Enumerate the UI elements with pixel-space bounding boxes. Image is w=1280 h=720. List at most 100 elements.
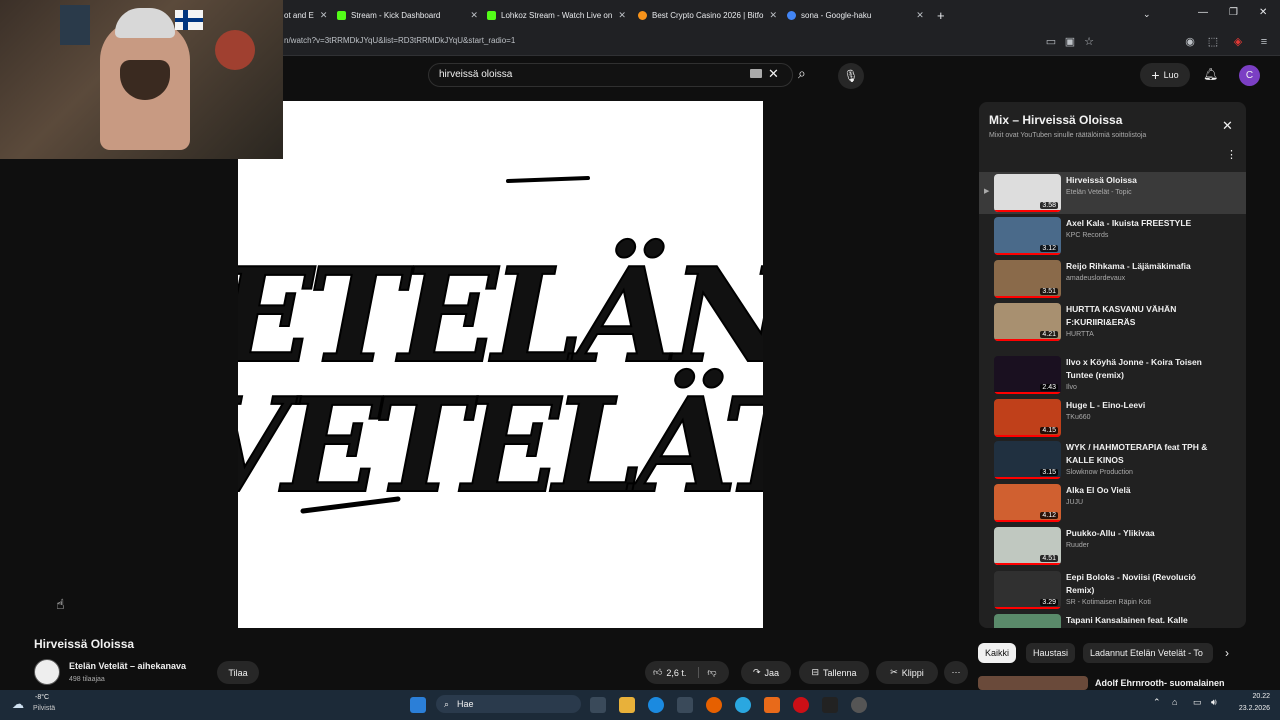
vlc-icon[interactable] — [764, 697, 780, 713]
mic-icon[interactable]: 🎙︎ — [838, 63, 864, 89]
minimize-button[interactable]: — — [1198, 7, 1208, 18]
chip-all[interactable]: Kaikki — [978, 643, 1017, 663]
close-tab-icon[interactable]: ✕ — [916, 10, 924, 21]
bookmark-star-icon[interactable]: ☆ — [1083, 36, 1095, 48]
firefox-icon[interactable] — [706, 697, 722, 713]
mix-list-item[interactable]: 2.43 Ilvo x Köyhä Jonne - Koira Toisen Tu… — [979, 354, 1246, 397]
browser-tab[interactable]: Lohkoz Stream - Watch Live on ✕ — [487, 4, 625, 26]
browser-tab[interactable]: Stream - Kick Dashboard ✕ — [337, 4, 477, 26]
clock-time[interactable]: 20.22 — [1234, 693, 1270, 700]
pip-icon[interactable]: ▭ — [1045, 36, 1057, 48]
chip-from-search[interactable]: Haustasi — [1026, 643, 1076, 663]
display-icon[interactable]: ▭ — [1193, 697, 1202, 708]
video-thumbnail[interactable]: 3.15 — [994, 441, 1061, 479]
extension-badge-icon[interactable]: ◈ — [1232, 36, 1244, 48]
duration-badge: 4.51 — [1040, 555, 1058, 562]
file-explorer-icon[interactable] — [619, 697, 635, 713]
mix-list-item[interactable]: 3.51 Reijo Rihkama - Läjämäkimafia amadeus… — [979, 258, 1246, 301]
next-video-title[interactable]: Adolf Ehrnrooth- suomalainen — [1095, 678, 1225, 688]
mix-list-item[interactable]: Tapani Kansalainen feat. Kalle — [979, 612, 1246, 628]
video-thumbnail[interactable]: 3.58 — [994, 174, 1061, 212]
video-thumbnail[interactable]: 4.51 — [994, 527, 1061, 565]
settings-icon[interactable] — [851, 697, 867, 713]
mix-list-item[interactable]: 3.29 Eepi Boloks - Noviisi (Revolució Rem… — [979, 569, 1246, 612]
url-field[interactable]: n/watch?v=3tRRMDkJYqU&list=RD3tRRMDkJYqU… — [284, 36, 515, 45]
video-thumbnail[interactable]: 2.43 — [994, 356, 1061, 394]
browser-tab[interactable]: ot and E ✕ — [284, 4, 334, 26]
more-options-icon[interactable]: ⋮ — [1226, 148, 1237, 161]
tab-list-icon[interactable]: ⌄ — [1143, 9, 1151, 20]
art-stroke — [506, 176, 590, 183]
video-thumbnail[interactable] — [994, 614, 1061, 628]
clear-search-icon[interactable]: ✕ — [768, 66, 779, 82]
video-thumbnail[interactable]: 3.29 — [994, 571, 1061, 609]
store-icon[interactable] — [677, 697, 693, 713]
close-panel-icon[interactable]: ✕ — [1222, 118, 1233, 134]
mix-list-item[interactable]: ▶ 3.58 Hirveissä Oloissa Etelän Vetelät - T… — [979, 172, 1246, 214]
maximize-button[interactable]: ❐ — [1229, 7, 1238, 18]
create-button[interactable]: + Luo — [1140, 63, 1190, 87]
chip-uploaded[interactable]: Ladannut Etelän Vetelät - To — [1083, 643, 1213, 663]
close-tab-icon[interactable]: ✕ — [769, 10, 777, 21]
next-thumb[interactable] — [978, 676, 1088, 690]
windows-taskbar — [0, 690, 1280, 720]
like-count[interactable]: 2,6 t. — [666, 668, 686, 678]
terminal-icon[interactable] — [822, 697, 838, 713]
close-tab-icon[interactable]: ✕ — [470, 10, 477, 21]
video-player[interactable]: ETELÄN VETELÄT — [188, 101, 836, 628]
close-tab-icon[interactable]: ✕ — [320, 10, 328, 21]
browser-tab-active[interactable]: sona - Google-haku ✕ — [787, 4, 927, 26]
chevron-right-icon[interactable]: › — [1225, 646, 1229, 660]
mix-list-item[interactable]: 4.21 HURTTA KASVANU VÄHÄN F:KURIIRI&ERÄS H… — [979, 301, 1246, 344]
video-thumbnail[interactable]: 3.51 — [994, 260, 1061, 298]
network-icon[interactable]: ⌂ — [1172, 697, 1177, 707]
save-button[interactable]: ⊟ Tallenna — [799, 661, 869, 684]
weather-temp[interactable]: -8°C — [35, 694, 49, 701]
video-thumbnail[interactable]: 4.15 — [994, 399, 1061, 437]
video-thumbnail[interactable]: 4.12 — [994, 484, 1061, 522]
channel-name[interactable]: Etelän Vetelät – aihekanava — [69, 661, 186, 671]
duration-badge: 4.15 — [1040, 427, 1058, 434]
start-icon[interactable] — [410, 697, 426, 713]
more-actions-button[interactable]: ⋯ — [944, 661, 968, 684]
browser-tab[interactable]: Best Crypto Casino 2026 | Bitfo ✕ — [638, 4, 783, 26]
taskbar-search[interactable]: ⌕ Hae — [436, 695, 581, 713]
dislike-icon[interactable]: 👎︎ — [698, 667, 717, 678]
clock-date[interactable]: 23.2.2026 — [1228, 705, 1270, 712]
duration-badge: 4.21 — [1040, 331, 1058, 338]
notifications-icon[interactable]: 🔔︎ — [1203, 67, 1218, 81]
watch-progress — [994, 563, 1061, 565]
mix-list-item[interactable]: 3.12 Axel Kala - Ikuista FREESTYLE KPC Rec… — [979, 215, 1246, 258]
close-tab-icon[interactable]: ✕ — [618, 10, 625, 21]
mix-list-item[interactable]: 3.15 WYK / HAHMOTERAPIA feat TPH & KALLE … — [979, 439, 1246, 482]
channel-avatar[interactable] — [34, 659, 60, 685]
opera-icon[interactable] — [793, 697, 809, 713]
share-button[interactable]: ↷ Jaa — [741, 661, 791, 684]
screenshot-icon[interactable]: ▣ — [1064, 36, 1076, 48]
menu-icon[interactable]: ≡ — [1258, 36, 1270, 48]
mix-item-channel: JUJU — [1066, 499, 1084, 506]
search-icon[interactable]: ⌕ — [798, 65, 806, 82]
tray-chevron-icon[interactable]: ⌃ — [1153, 697, 1161, 708]
mix-list-item[interactable]: 4.12 Alka El Oo Vielä JUJU — [979, 482, 1246, 525]
video-thumbnail[interactable]: 4.21 — [994, 303, 1061, 341]
weather-icon[interactable]: ☁︎ — [12, 697, 24, 711]
like-icon[interactable]: 👍︎ — [653, 667, 662, 678]
edge-icon[interactable] — [648, 697, 664, 713]
video-thumbnail[interactable]: 3.12 — [994, 217, 1061, 255]
volume-icon[interactable]: 🔊︎ — [1211, 697, 1217, 708]
telegram-icon[interactable] — [735, 697, 751, 713]
mix-item-channel: amadeuslordevaux — [1066, 275, 1126, 282]
subscribe-button[interactable]: Tilaa — [217, 661, 259, 684]
avatar[interactable]: C — [1239, 65, 1260, 86]
task-view-icon[interactable] — [590, 697, 606, 713]
close-window-button[interactable]: ✕ — [1259, 7, 1267, 18]
search-input[interactable]: hirveissä oloissa — [439, 69, 512, 80]
mix-list-item[interactable]: 4.51 Puukko-Allu - Ylikivaa Ruuder — [979, 525, 1246, 568]
keyboard-icon[interactable] — [750, 69, 762, 78]
account-icon[interactable]: ◉ — [1184, 36, 1196, 48]
clip-button[interactable]: ✂ Klippi — [876, 661, 938, 684]
new-tab-button[interactable]: + — [937, 8, 945, 23]
extensions-icon[interactable]: ⬚ — [1207, 36, 1219, 48]
mix-list-item[interactable]: 4.15 Huge L - Eino-Leevi TKu660 — [979, 397, 1246, 440]
